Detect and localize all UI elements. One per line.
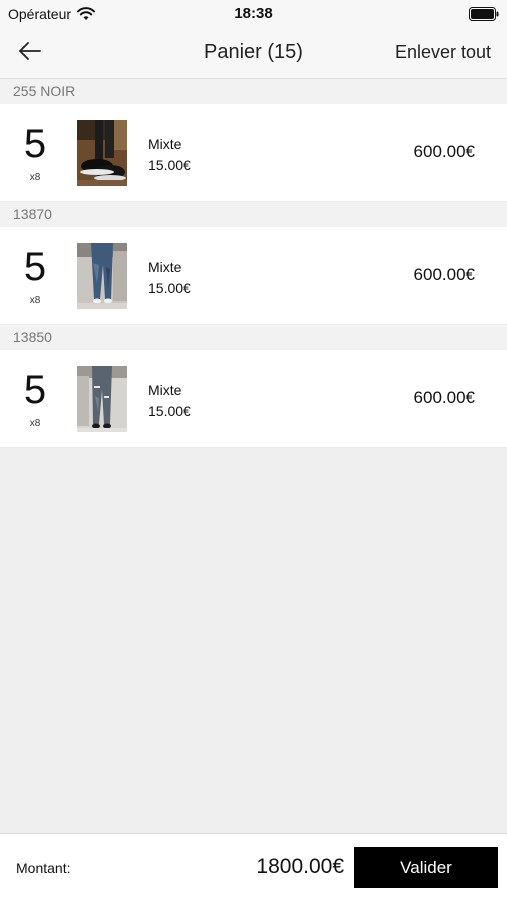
item-total: 600.00€: [413, 388, 475, 407]
quantity-multiplier: x8: [29, 295, 41, 306]
quantity-value: 5: [23, 368, 47, 412]
section-header: 13850: [0, 325, 507, 350]
item-unit-price: 15.00€: [148, 280, 191, 296]
cart-item[interactable]: 5 x8 Mixte 15.00€ 600.00€: [0, 350, 507, 448]
cart-item[interactable]: 5 x8 Mixte 15.00€ 600.00€: [0, 227, 507, 325]
item-unit-price: 15.00€: [148, 157, 191, 173]
item-total: 600.00€: [413, 265, 475, 284]
shoes-photo: [77, 120, 127, 186]
item-info: Mixte 15.00€: [148, 134, 191, 176]
amount-label: Montant:: [16, 860, 71, 876]
amount-value: 1800.00€: [256, 855, 344, 878]
checkout-footer: Montant: 1800.00€ Valider: [0, 833, 507, 901]
section-header: 13870: [0, 202, 507, 227]
status-time: 18:38: [234, 5, 273, 22]
item-info: Mixte 15.00€: [148, 257, 191, 299]
battery-icon: [469, 7, 499, 21]
section-header: 255 NOIR: [0, 79, 507, 104]
quantity-value: 5: [23, 245, 47, 289]
navigation-bar: Panier (15) Enlever tout: [0, 28, 507, 79]
quantity-block: 5 x8: [0, 104, 70, 201]
item-unit-price: 15.00€: [148, 403, 191, 419]
quantity-multiplier: x8: [29, 418, 41, 429]
item-type: Mixte: [148, 382, 182, 398]
quantity-value: 5: [23, 122, 47, 166]
cart-item[interactable]: 5 x8 Mixte 15.00€ 600.00€: [0, 104, 507, 202]
jeans-photo: [77, 366, 127, 432]
item-info: Mixte 15.00€: [148, 380, 191, 422]
status-bar: Opérateur 18:38: [0, 0, 507, 28]
quantity-multiplier: x8: [29, 172, 41, 183]
item-total: 600.00€: [413, 142, 475, 161]
jeans-photo: [77, 243, 127, 309]
quantity-block: 5 x8: [0, 227, 70, 324]
quantity-block: 5 x8: [0, 350, 70, 447]
remove-all-button[interactable]: Enlever tout: [395, 42, 491, 63]
cart-list: 255 NOIR 5 x8 Mixte 15.00€ 600.00€ 13870…: [0, 79, 507, 448]
item-type: Mixte: [148, 136, 182, 152]
validate-button[interactable]: Valider: [354, 847, 498, 888]
item-type: Mixte: [148, 259, 182, 275]
